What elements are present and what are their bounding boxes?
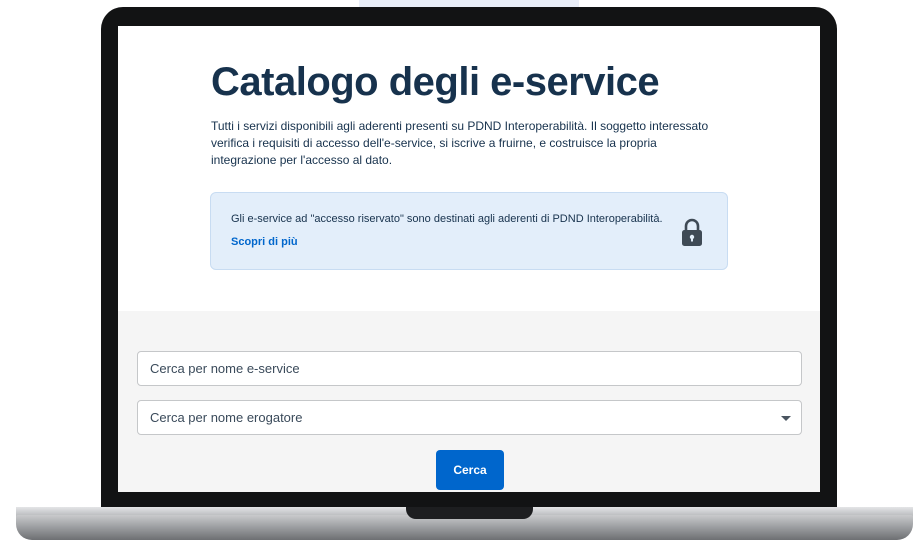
search-button[interactable]: Cerca bbox=[436, 450, 504, 490]
provider-name-input[interactable] bbox=[138, 401, 801, 434]
hero-section: Catalogo degli e-service Tutti i servizi… bbox=[118, 26, 820, 311]
eservice-name-field bbox=[137, 351, 802, 386]
eservice-name-input[interactable] bbox=[138, 352, 801, 385]
lock-icon bbox=[682, 218, 702, 246]
provider-name-field[interactable] bbox=[137, 400, 802, 435]
learn-more-link[interactable]: Scopri di più bbox=[231, 236, 298, 248]
laptop-screen: Catalogo degli e-service Tutti i servizi… bbox=[118, 26, 820, 492]
page-title: Catalogo degli e-service bbox=[211, 60, 660, 104]
page-intro: Tutti i servizi disponibili agli aderent… bbox=[211, 119, 709, 167]
notice-text: Gli e-service ad "accesso riservato" son… bbox=[231, 213, 663, 225]
search-section: Cerca bbox=[118, 311, 820, 492]
reserved-access-notice: Gli e-service ad "accesso riservato" son… bbox=[210, 192, 728, 270]
chevron-down-icon[interactable] bbox=[781, 416, 791, 421]
laptop-notch bbox=[406, 507, 533, 519]
